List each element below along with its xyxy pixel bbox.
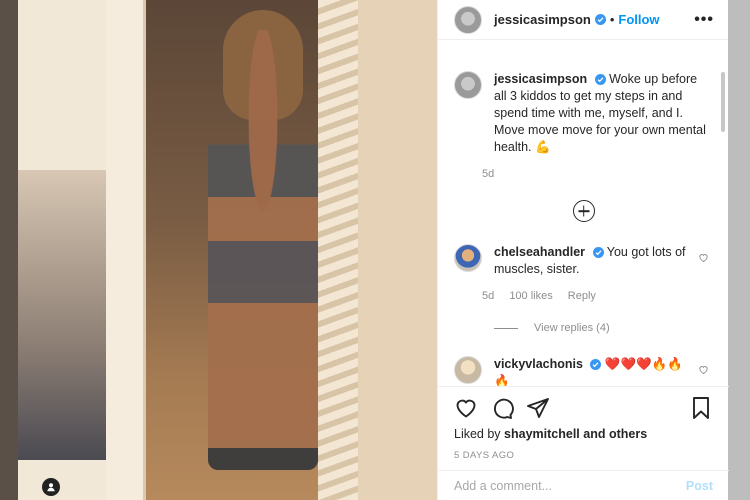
- add-comment-bar: Add a comment... Post: [438, 470, 729, 500]
- verified-icon: [594, 74, 606, 86]
- comment-meta: 5d 100 likes Reply: [482, 290, 713, 302]
- likes-suffix[interactable]: and others: [583, 427, 647, 441]
- instagram-post-modal: jessicasimpson • Follow ••• jessicasimps…: [0, 0, 750, 500]
- post-date[interactable]: 5 DAYS AGO: [454, 450, 713, 461]
- comment-age[interactable]: 5d: [482, 290, 494, 302]
- post-header: jessicasimpson • Follow •••: [438, 0, 728, 40]
- likes-prefix: Liked by: [454, 427, 501, 441]
- load-more-comments[interactable]: [454, 200, 713, 222]
- more-options-icon[interactable]: •••: [694, 11, 714, 29]
- view-replies-label[interactable]: View replies (4): [534, 322, 610, 334]
- verified-icon: [594, 14, 606, 25]
- verified-icon: [592, 247, 604, 259]
- caption-meta: 5d: [482, 168, 713, 180]
- photo-mirror-trim: [318, 0, 358, 500]
- likes-user[interactable]: shaymitchell: [504, 427, 580, 441]
- view-replies-button[interactable]: View replies (4): [494, 322, 713, 334]
- action-icons: [454, 391, 713, 425]
- divider: [494, 327, 518, 329]
- avatar[interactable]: [454, 5, 482, 34]
- comments-scrollbar[interactable]: [721, 72, 725, 132]
- user-tag-icon[interactable]: [42, 478, 60, 496]
- avatar[interactable]: [454, 356, 482, 384]
- list-item: chelseahandler You got lots of muscles, …: [454, 244, 713, 302]
- post-photo[interactable]: [18, 0, 437, 500]
- header-username[interactable]: jessicasimpson: [494, 12, 591, 27]
- post-side-panel: jessicasimpson • Follow ••• jessicasimps…: [437, 0, 729, 500]
- comment-icon[interactable]: [490, 396, 514, 420]
- comment-like-heart-icon[interactable]: [698, 252, 709, 263]
- comment-body: ❤️❤️❤️🔥🔥: [604, 357, 683, 371]
- reply-button[interactable]: Reply: [568, 290, 596, 302]
- caption-text: jessicasimpson Woke up before all 3 kidd…: [494, 71, 713, 156]
- caption-age[interactable]: 5d: [482, 168, 494, 180]
- load-more-icon[interactable]: [572, 200, 595, 222]
- comment-username[interactable]: chelseahandler: [494, 245, 585, 259]
- heart-icon[interactable]: [454, 396, 478, 420]
- post-comment-button[interactable]: Post: [686, 479, 713, 493]
- likes-summary: Liked by shaymitchell and others: [454, 427, 713, 441]
- comment-username[interactable]: vickyvlachonis: [494, 357, 583, 371]
- post-actions: Liked by shaymitchell and others 5 DAYS …: [438, 386, 729, 500]
- bookmark-icon[interactable]: [689, 396, 713, 420]
- add-comment-input[interactable]: Add a comment...: [454, 479, 686, 493]
- comment-text: chelseahandler You got lots of muscles, …: [494, 244, 713, 278]
- photo-wall: [358, 0, 437, 500]
- avatar[interactable]: [454, 244, 482, 272]
- comment-likes[interactable]: 100 likes: [509, 290, 552, 302]
- caption: jessicasimpson Woke up before all 3 kidd…: [454, 71, 713, 180]
- verified-icon: [590, 359, 602, 371]
- comment-body-overflow: 🔥: [494, 374, 510, 386]
- comment-text: vickyvlachonis ❤️❤️❤️🔥🔥 🔥: [494, 356, 683, 386]
- comments-list[interactable]: jessicasimpson Woke up before all 3 kidd…: [438, 41, 729, 386]
- share-icon[interactable]: [526, 396, 550, 420]
- backdrop-right-edge: [728, 0, 750, 500]
- caption-username[interactable]: jessicasimpson: [494, 72, 587, 86]
- photo-mirror-frame: [106, 0, 146, 500]
- header-separator: •: [609, 12, 615, 27]
- photo-subject: [208, 30, 318, 470]
- list-item: vickyvlachonis ❤️❤️❤️🔥🔥 🔥: [454, 356, 713, 386]
- comment-like-heart-icon[interactable]: [698, 364, 709, 375]
- backdrop-left-edge: [0, 0, 18, 500]
- photo-closet: [18, 170, 118, 460]
- avatar[interactable]: [454, 71, 482, 99]
- follow-button[interactable]: Follow: [618, 12, 659, 27]
